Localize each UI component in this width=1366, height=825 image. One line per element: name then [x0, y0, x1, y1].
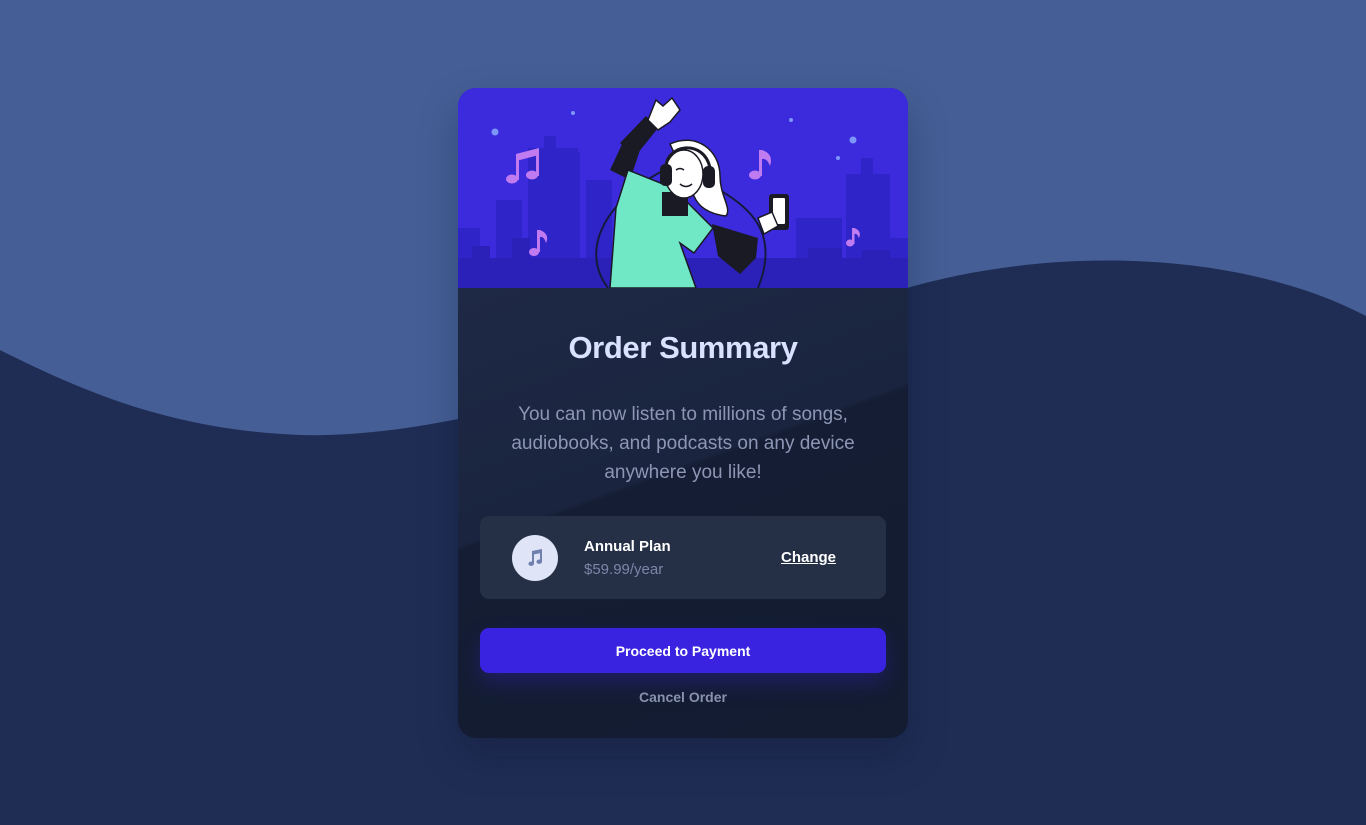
plan-name: Annual Plan [584, 538, 671, 555]
star-icon [491, 128, 499, 136]
change-plan-link[interactable]: Change [781, 549, 836, 566]
page-title: Order Summary [568, 330, 798, 365]
star-icon [789, 118, 793, 122]
music-note-icon [512, 535, 558, 581]
hero-illustration [458, 88, 908, 288]
star-icon [849, 136, 857, 144]
order-summary-card: Order Summary You can now listen to mill… [458, 88, 908, 738]
cancel-order-button[interactable]: Cancel Order [458, 688, 908, 706]
summary-description: You can now listen to millions of songs,… [511, 404, 855, 483]
plan-panel: Annual Plan $59.99/year Change [480, 516, 886, 599]
plan-price: $59.99/year [584, 561, 664, 578]
proceed-to-payment-button[interactable]: Proceed to Payment [480, 628, 886, 673]
star-icon [571, 111, 575, 115]
card-body: Order Summary You can now listen to mill… [458, 288, 908, 738]
star-icon [836, 156, 840, 160]
